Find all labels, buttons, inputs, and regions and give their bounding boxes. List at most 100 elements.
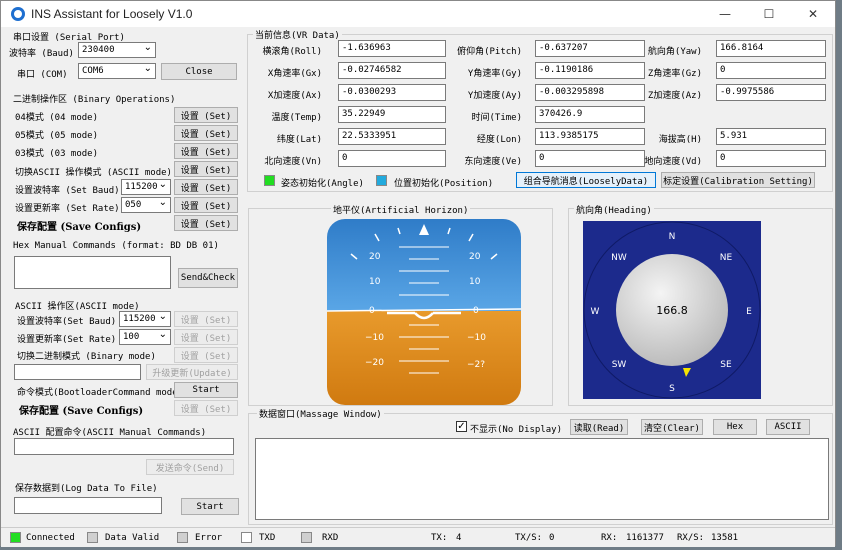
vr-label-14: 北向速度(Vn) [264, 157, 322, 167]
vr-value-7[interactable]: -0.003295898 [535, 84, 645, 101]
vr-value-0[interactable]: -1.636963 [338, 40, 446, 57]
connected-indicator [10, 532, 21, 543]
window-title: INS Assistant for Loosely V1.0 [31, 7, 193, 21]
loosely-data-button[interactable]: 组合导航消息(LooselyData) [516, 172, 656, 188]
ascii-update-input[interactable] [14, 364, 141, 380]
mode05-label: 05模式 (05 mode) [15, 131, 99, 141]
rxs-label: RX/S: [677, 533, 705, 543]
vr-label-6: X加速度(Ax) [267, 91, 322, 101]
mode03-label: 03模式 (03 mode) [15, 149, 99, 159]
mode03-set-button[interactable]: 设置 (Set) [174, 143, 238, 159]
save-configs-button[interactable]: 设置 (Set) [174, 215, 238, 231]
log-header: 保存数据到(Log Data To File) [15, 484, 158, 494]
update-button[interactable]: 升级更新(Update) [146, 364, 238, 380]
vr-value-16[interactable]: 0 [716, 150, 826, 167]
vr-value-11[interactable]: 22.5333951 [338, 128, 446, 145]
vr-label-4: Y角速率(Gy) [467, 69, 522, 79]
hex-input[interactable] [14, 256, 171, 289]
read-button[interactable]: 读取(Read) [570, 419, 628, 435]
minimize-button[interactable]: — [703, 1, 747, 27]
binary-header: 二进制操作区 (Binary Operations) [13, 95, 176, 105]
send-command-button[interactable]: 发送命令(Send) [146, 459, 234, 475]
vr-value-8[interactable]: -0.9975586 [716, 84, 826, 101]
pitch-label-left-10: 10 [369, 277, 381, 287]
vr-value-1[interactable]: -0.637207 [535, 40, 645, 57]
binary-baud-select[interactable]: 115200 [121, 179, 171, 195]
vr-value-12[interactable]: 113.9385175 [535, 128, 645, 145]
error-indicator [177, 532, 188, 543]
ascii-rate-set-button[interactable]: 设置 (Set) [174, 329, 238, 345]
vr-value-4[interactable]: -0.1190186 [535, 62, 645, 79]
vr-value-10[interactable]: 370426.9 [535, 106, 645, 123]
set-rate-button[interactable]: 设置 (Set) [174, 197, 238, 213]
message-textarea[interactable] [255, 438, 829, 520]
set-baud-button[interactable]: 设置 (Set) [174, 179, 238, 195]
vr-label-2: 航向角(Yaw) [647, 47, 702, 57]
ascii-command-input[interactable] [14, 438, 234, 455]
bootloader-start-button[interactable]: Start [174, 382, 238, 398]
txd-indicator [241, 532, 252, 543]
no-display-checkbox[interactable]: ✓ [456, 421, 467, 432]
maximize-button[interactable]: ☐ [747, 1, 791, 27]
rx-value: 1161377 [626, 533, 664, 543]
baud-select[interactable]: 230400 [78, 42, 156, 58]
vr-value-3[interactable]: -0.02746582 [338, 62, 446, 79]
ascii-mode-set-button[interactable]: 设置 (Set) [174, 161, 238, 177]
heading-header: 航向角(Heading) [574, 203, 654, 216]
vr-value-14[interactable]: 0 [338, 150, 446, 167]
clear-button[interactable]: 清空(Clear) [641, 419, 703, 435]
vr-value-5[interactable]: 0 [716, 62, 826, 79]
compass-label-s: S [669, 384, 675, 394]
ascii-manual-header: ASCII 配置命令(ASCII Manual Commands) [13, 428, 207, 438]
horizon-header: 地平仪(Artificial Horizon) [331, 203, 471, 216]
data-valid-label: Data Valid [105, 533, 160, 543]
ascii-button[interactable]: ASCII [766, 419, 810, 435]
port-select[interactable]: COM6 [78, 63, 156, 79]
txs-value: 0 [549, 533, 555, 543]
binary-rate-select[interactable]: 050 [121, 197, 171, 213]
compass-label-n: N [669, 232, 676, 242]
vr-label-8: Z加速度(Az) [647, 91, 702, 101]
ascii-baud-set-button[interactable]: 设置 (Set) [174, 311, 238, 327]
ascii-baud-label: 设置波特率(Set Baud) [17, 317, 117, 327]
ascii-save-configs-label: 保存配置 (Save Configs) [19, 406, 144, 417]
close-port-button[interactable]: Close [161, 63, 237, 80]
error-label: Error [195, 533, 223, 543]
tx-value: 4 [456, 533, 462, 543]
mode05-set-button[interactable]: 设置 (Set) [174, 125, 238, 141]
connected-label: Connected [26, 533, 75, 543]
vr-value-13[interactable]: 5.931 [716, 128, 826, 145]
data-valid-indicator [87, 532, 98, 543]
hex-header: Hex Manual Commands (format: BD DB 01) [13, 241, 219, 251]
ascii-baud-select[interactable]: 115200 [119, 311, 171, 327]
baud-label: 波特率 (Baud) [9, 49, 74, 59]
vr-value-6[interactable]: -0.0300293 [338, 84, 446, 101]
send-check-button[interactable]: Send&Check [178, 268, 238, 288]
calibration-setting-button[interactable]: 标定设置(Calibration Setting) [661, 172, 815, 188]
close-window-button[interactable]: ✕ [791, 1, 835, 27]
binary-mode-set-button[interactable]: 设置 (Set) [174, 347, 238, 363]
app-icon [11, 7, 25, 21]
binary-mode-label: 切换二进制模式 (Binary mode) [17, 352, 156, 362]
pitch-label-right-0: 0 [473, 306, 479, 316]
log-start-button[interactable]: Start [181, 498, 239, 515]
save-configs-label: 保存配置 (Save Configs) [17, 222, 142, 233]
rxd-label: RXD [322, 533, 339, 543]
pitch-label-left-0: 0 [369, 306, 375, 316]
vr-label-13: 海拔高(H) [658, 135, 702, 145]
vr-value-9[interactable]: 35.22949 [338, 106, 446, 123]
mode04-set-button[interactable]: 设置 (Set) [174, 107, 238, 123]
title-bar: INS Assistant for Loosely V1.0 — ☐ ✕ [1, 1, 835, 27]
log-path-input[interactable] [14, 497, 162, 514]
ascii-save-set-button[interactable]: 设置 (Set) [174, 400, 238, 416]
heading-compass: N NE E SE S SW W NW 166.8 [583, 221, 761, 399]
port-label: 串口 (COM) [17, 70, 68, 80]
ascii-rate-label: 设置更新率(Set Rate) [17, 335, 117, 345]
message-header: 数据窗口(Massage Window) [257, 407, 384, 420]
hex-button[interactable]: Hex [713, 419, 757, 435]
vr-value-15[interactable]: 0 [535, 150, 645, 167]
main-window: INS Assistant for Loosely V1.0 — ☐ ✕ 串口设… [0, 0, 836, 547]
vr-value-2[interactable]: 166.8164 [716, 40, 826, 57]
compass-label-e: E [746, 307, 752, 317]
ascii-rate-select[interactable]: 100 [119, 329, 171, 345]
